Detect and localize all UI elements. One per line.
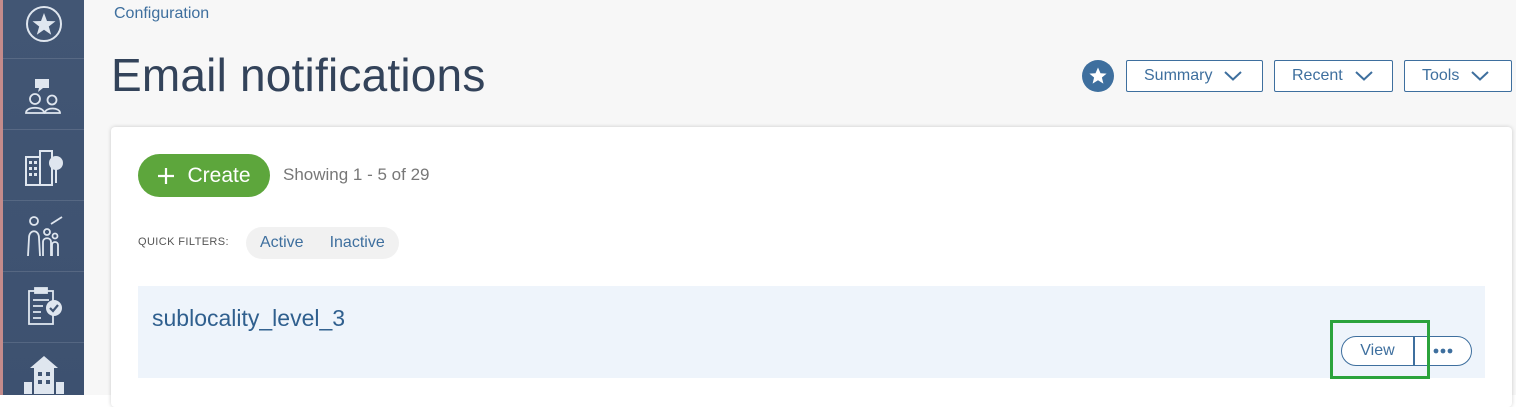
sidebar-item-contacts[interactable]	[3, 72, 84, 120]
list-item-title[interactable]: sublocality_level_3	[152, 305, 345, 332]
quick-filters: Active Inactive	[246, 227, 399, 259]
sidebar-item-tasks[interactable]	[3, 283, 84, 331]
create-label: Create	[187, 163, 251, 187]
sidebar-divider	[3, 342, 84, 343]
sidebar-item-households[interactable]	[3, 212, 84, 262]
list-panel: Create Showing 1 - 5 of 29 QUICK FILTERS…	[111, 127, 1512, 407]
results-count: Showing 1 - 5 of 29	[283, 165, 430, 184]
star-icon	[1089, 67, 1107, 84]
list-item: sublocality_level_3 View	[138, 286, 1485, 378]
sidebar-item-organizations[interactable]	[3, 142, 84, 192]
create-button[interactable]: Create	[138, 154, 270, 197]
chevron-down-icon	[1224, 71, 1243, 81]
people-chat-icon	[24, 79, 61, 114]
sidebar-divider	[3, 58, 84, 59]
recent-dropdown-button[interactable]: Recent	[1274, 60, 1393, 92]
sidebar-divider	[3, 271, 84, 272]
main-content: Configuration Email notifications Summar…	[84, 0, 1516, 407]
tools-label: Tools	[1422, 67, 1460, 84]
summary-dropdown-button[interactable]: Summary	[1126, 60, 1263, 92]
quick-filters-label: QUICK FILTERS:	[138, 236, 229, 248]
view-button[interactable]: View	[1341, 336, 1414, 366]
quick-filter-inactive[interactable]: Inactive	[330, 234, 385, 252]
plus-icon	[158, 167, 175, 184]
header-actions: Summary Recent Tools	[1082, 60, 1512, 92]
more-horizontal-icon	[1433, 348, 1453, 354]
sidebar-item-favorites[interactable]	[3, 0, 84, 48]
favorite-button[interactable]	[1082, 60, 1114, 92]
checklist-clipboard-icon	[27, 287, 62, 325]
sidebar-divider	[3, 200, 84, 201]
sidebar-divider	[3, 129, 84, 130]
tools-dropdown-button[interactable]: Tools	[1404, 60, 1512, 92]
breadcrumb[interactable]: Configuration	[114, 5, 209, 23]
house-building-icon	[23, 356, 64, 394]
sidebar-item-properties[interactable]	[3, 352, 84, 396]
family-icon	[26, 216, 62, 257]
sidebar	[0, 0, 84, 395]
star-circle-icon	[25, 6, 62, 42]
recent-label: Recent	[1292, 67, 1343, 84]
summary-label: Summary	[1144, 67, 1213, 84]
page-title: Email notifications	[111, 49, 486, 101]
quick-filter-active[interactable]: Active	[260, 234, 304, 252]
buildings-tree-icon	[24, 150, 63, 186]
more-actions-button[interactable]	[1414, 336, 1472, 366]
chevron-down-icon	[1471, 71, 1490, 81]
chevron-down-icon	[1355, 71, 1373, 81]
